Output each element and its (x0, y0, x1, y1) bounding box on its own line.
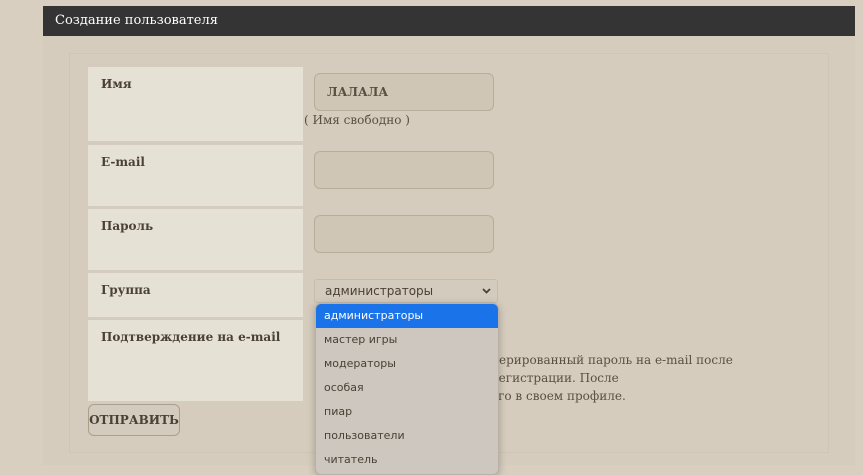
confirm-label-cell: Подтверждение на e-mail (88, 320, 303, 401)
group-option[interactable]: пользователи (316, 424, 498, 448)
create-user-panel: Создание пользователя Имя ( Имя свободно… (43, 6, 855, 475)
email-label: E-mail (101, 155, 145, 169)
name-availability-hint: ( Имя свободно ) (304, 113, 410, 127)
group-option[interactable]: особая (316, 376, 498, 400)
group-dropdown-list: администраторы мастер игры модераторы ос… (315, 303, 499, 475)
password-label: Пароль (101, 219, 154, 233)
confirm-label: Подтверждение на e-mail (101, 330, 281, 344)
email-input[interactable] (314, 151, 494, 189)
group-option[interactable]: пиар (316, 400, 498, 424)
name-label-cell: Имя (88, 67, 303, 141)
password-input[interactable] (314, 215, 494, 253)
group-label: Группа (101, 283, 151, 297)
panel-title: Создание пользователя (43, 6, 855, 36)
name-input[interactable] (314, 73, 494, 111)
confirm-description-line: его в своем профиле. (491, 389, 626, 403)
confirm-description: нерированный пароль на e-mail после реги… (491, 351, 811, 405)
group-option[interactable]: модераторы (316, 352, 498, 376)
group-select[interactable]: администраторы (314, 279, 498, 303)
confirm-description-line: нерированный пароль на e-mail после реги… (491, 353, 733, 385)
group-option[interactable]: администраторы (316, 304, 498, 328)
name-label: Имя (101, 77, 132, 91)
group-label-cell: Группа (88, 273, 303, 317)
password-label-cell: Пароль (88, 209, 303, 270)
group-option[interactable]: мастер игры (316, 328, 498, 352)
group-option[interactable]: читатель (316, 448, 498, 472)
submit-button[interactable]: ОТПРАВИТЬ (88, 404, 180, 436)
group-select-value: администраторы (325, 284, 434, 298)
email-label-cell: E-mail (88, 145, 303, 206)
